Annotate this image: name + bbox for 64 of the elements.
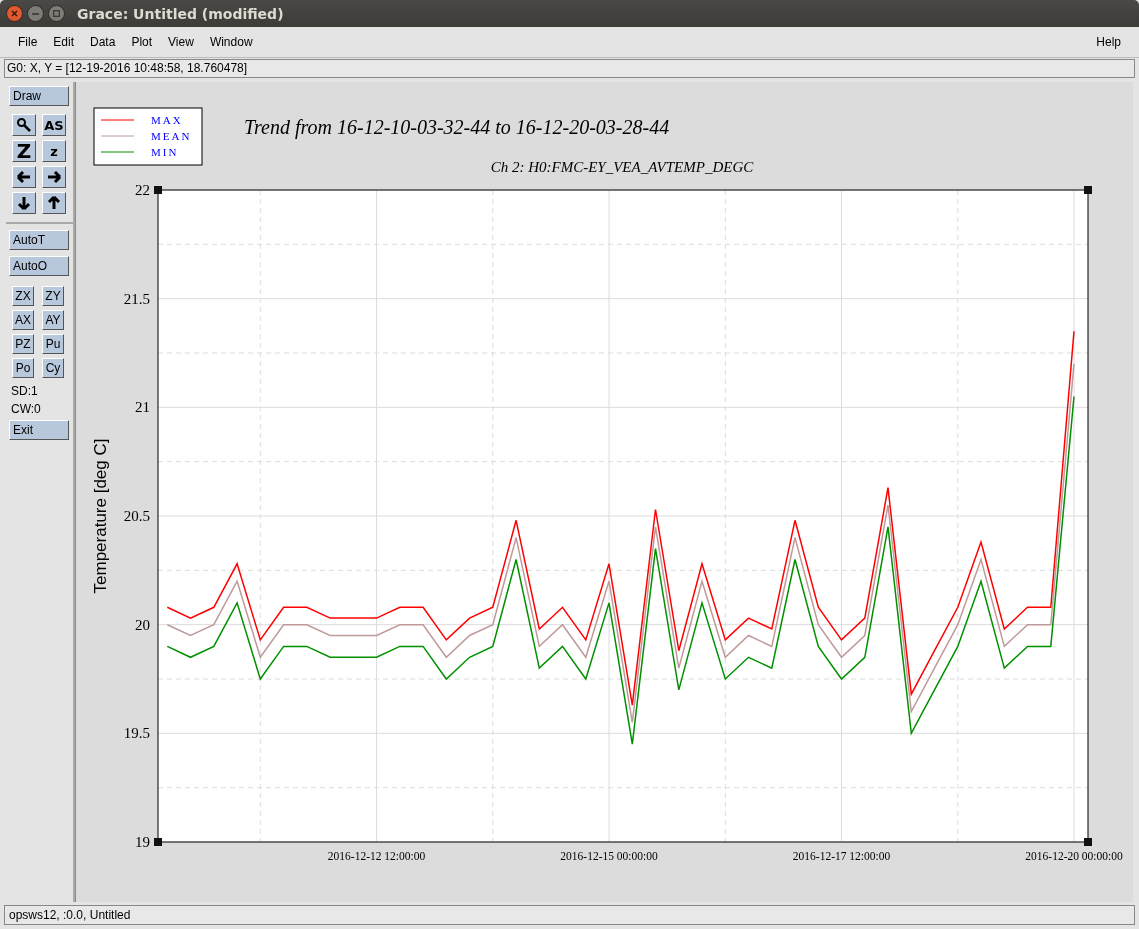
arrow-up-icon: [46, 195, 62, 211]
y-tick-label: 22: [135, 182, 150, 198]
autoscale-button[interactable]: AutoO: [9, 256, 69, 276]
x-tick-label: 2016-12-12 12:00:00: [327, 850, 426, 862]
info-label: CW:0: [11, 402, 42, 416]
y-tick-label: 19: [135, 834, 150, 850]
draw-button[interactable]: Draw: [9, 86, 69, 106]
scroll-left-button[interactable]: [12, 166, 36, 188]
legend-label: MEAN: [151, 130, 192, 142]
corner-handle[interactable]: [154, 838, 162, 846]
graph-subtitle: Ch 2: H0:FMC-EY_VEA_AVTEMP_DEGC: [490, 159, 754, 175]
zoom-pan-button[interactable]: PZ: [12, 334, 34, 354]
arrow-down-icon: [16, 195, 32, 211]
minimize-icon: [32, 12, 39, 15]
arrow-right-icon: [46, 169, 62, 185]
zoom-pan-button[interactable]: AX: [12, 310, 34, 330]
zoom-pan-button[interactable]: Po: [12, 358, 34, 378]
zoom-pan-button[interactable]: ZY: [42, 286, 64, 306]
menu-item[interactable]: Edit: [45, 35, 83, 49]
window-title: Grace: Untitled (modified): [77, 5, 284, 22]
legend-label: MIN: [151, 146, 179, 158]
menu-item[interactable]: Help: [1088, 35, 1129, 49]
corner-handle[interactable]: [154, 186, 162, 194]
status-bar: opsws12, :0.0, Untitled: [4, 905, 1135, 925]
y-tick-label: 21.5: [123, 290, 150, 307]
maximize-icon: [53, 10, 60, 17]
tool-button[interactable]: AS: [42, 114, 66, 136]
tool-button[interactable]: z: [42, 140, 66, 162]
info-label: SD:1: [11, 384, 39, 398]
exit-button[interactable]: Exit: [9, 420, 69, 440]
scroll-down-button[interactable]: [12, 192, 36, 214]
y-tick-label: 20.5: [123, 508, 150, 524]
arrow-left-icon: [16, 169, 32, 185]
legend-label: MAX: [151, 114, 183, 126]
tool-button[interactable]: Z: [12, 140, 36, 162]
menu-item[interactable]: Window: [201, 35, 261, 49]
zoom-pan-button[interactable]: AY: [42, 310, 64, 330]
x-tick-label: 2016-12-17 12:00:00: [792, 850, 891, 862]
graph-title: Trend from 16-12-10-03-32-44 to 16-12-20-03-28-44: [244, 116, 670, 138]
y-tick-label: 21: [135, 399, 150, 416]
scroll-up-button[interactable]: [42, 192, 66, 214]
y-axis-label: Temperature [deg C]: [91, 438, 110, 594]
y-tick-label: 20: [135, 616, 150, 633]
coordinate-readout: G0: X, Y = [12-19-2016 10:48:58, 18.760478]: [4, 59, 1135, 78]
x-tick-label: 2016-12-20 00:00:00: [1025, 850, 1123, 862]
minimize-button[interactable]: [27, 5, 44, 22]
close-button[interactable]: [6, 5, 23, 22]
x-tick-label: 2016-12-15 00:00:00: [560, 850, 658, 862]
close-icon: [11, 10, 18, 17]
scroll-right-button[interactable]: [42, 166, 66, 188]
autoscale-button[interactable]: AutoT: [9, 230, 69, 250]
zoom-tool-button[interactable]: [12, 114, 36, 136]
menu-item[interactable]: View: [160, 35, 202, 49]
corner-handle[interactable]: [1084, 186, 1092, 194]
menu-item[interactable]: File: [10, 35, 46, 49]
zoom-pan-button[interactable]: Cy: [42, 358, 64, 378]
maximize-button[interactable]: [48, 5, 65, 22]
corner-handle[interactable]: [1084, 838, 1092, 846]
menu-item[interactable]: Plot: [123, 35, 161, 49]
menu-item[interactable]: Data: [82, 35, 124, 49]
zoom-pan-button[interactable]: Pu: [42, 334, 64, 354]
y-tick-label: 19.5: [123, 725, 150, 742]
magnifier-icon: [16, 117, 32, 133]
zoom-pan-button[interactable]: ZX: [12, 286, 34, 306]
